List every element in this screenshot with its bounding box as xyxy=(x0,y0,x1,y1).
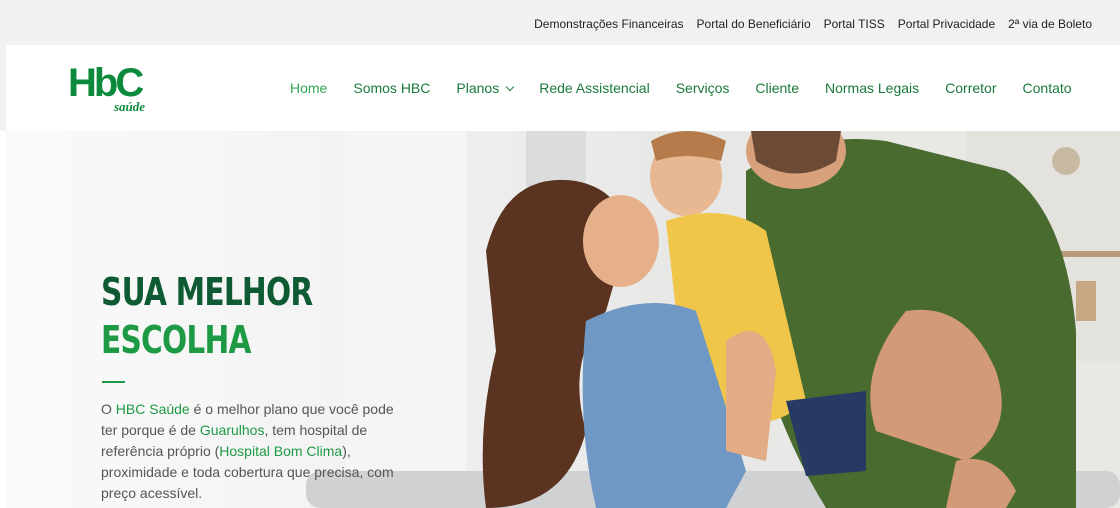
main-menu: Home Somos HBC Planos Rede Assistencial … xyxy=(290,80,1072,96)
desc-hospital: Hospital Bom Clima xyxy=(219,443,343,459)
nav-planos[interactable]: Planos xyxy=(456,80,515,96)
link-portal-tiss[interactable]: Portal TISS xyxy=(824,17,885,31)
desc-city: Guarulhos xyxy=(199,422,265,438)
hbc-saude-logo[interactable]: HbC saúde xyxy=(68,61,158,117)
nav-home[interactable]: Home xyxy=(290,80,327,96)
headline-line-1: SUA MELHOR xyxy=(101,270,313,314)
nav-cliente[interactable]: Cliente xyxy=(755,80,799,96)
logo-subtext: saúde xyxy=(114,99,146,114)
nav-rede-assistencial[interactable]: Rede Assistencial xyxy=(539,80,650,96)
nav-somos-hbc[interactable]: Somos HBC xyxy=(353,80,430,96)
link-demonstracoes-financeiras[interactable]: Demonstrações Financeiras xyxy=(534,17,683,31)
hero-description: O HBC Saúde é o melhor plano que você po… xyxy=(101,399,401,504)
desc-brand: HBC Saúde xyxy=(115,401,190,417)
utility-links: Demonstrações Financeiras Portal do Bene… xyxy=(534,17,1092,31)
link-segunda-via-boleto[interactable]: 2ª via de Boleto xyxy=(1008,17,1092,31)
link-portal-privacidade[interactable]: Portal Privacidade xyxy=(898,17,995,31)
nav-servicos[interactable]: Serviços xyxy=(676,80,730,96)
desc-part-1: O xyxy=(101,401,116,417)
nav-contato[interactable]: Contato xyxy=(1023,80,1072,96)
chevron-down-icon xyxy=(505,82,515,92)
nav-corretor[interactable]: Corretor xyxy=(945,80,996,96)
main-navbar: HbC saúde Home Somos HBC Planos Rede Ass… xyxy=(0,45,1120,131)
top-utility-bar: Demonstrações Financeiras Portal do Bene… xyxy=(0,0,1120,45)
link-portal-beneficiario[interactable]: Portal do Beneficiário xyxy=(697,17,811,31)
headline-line-2: ESCOLHA xyxy=(101,318,252,362)
nav-normas-legais[interactable]: Normas Legais xyxy=(825,80,919,96)
hero-banner: SUA MELHOR ESCOLHA O HBC Saúde é o melho… xyxy=(6,131,1120,508)
nav-planos-label: Planos xyxy=(456,80,500,96)
headline-divider xyxy=(102,381,125,383)
hero-headline: SUA MELHOR ESCOLHA xyxy=(101,268,313,364)
